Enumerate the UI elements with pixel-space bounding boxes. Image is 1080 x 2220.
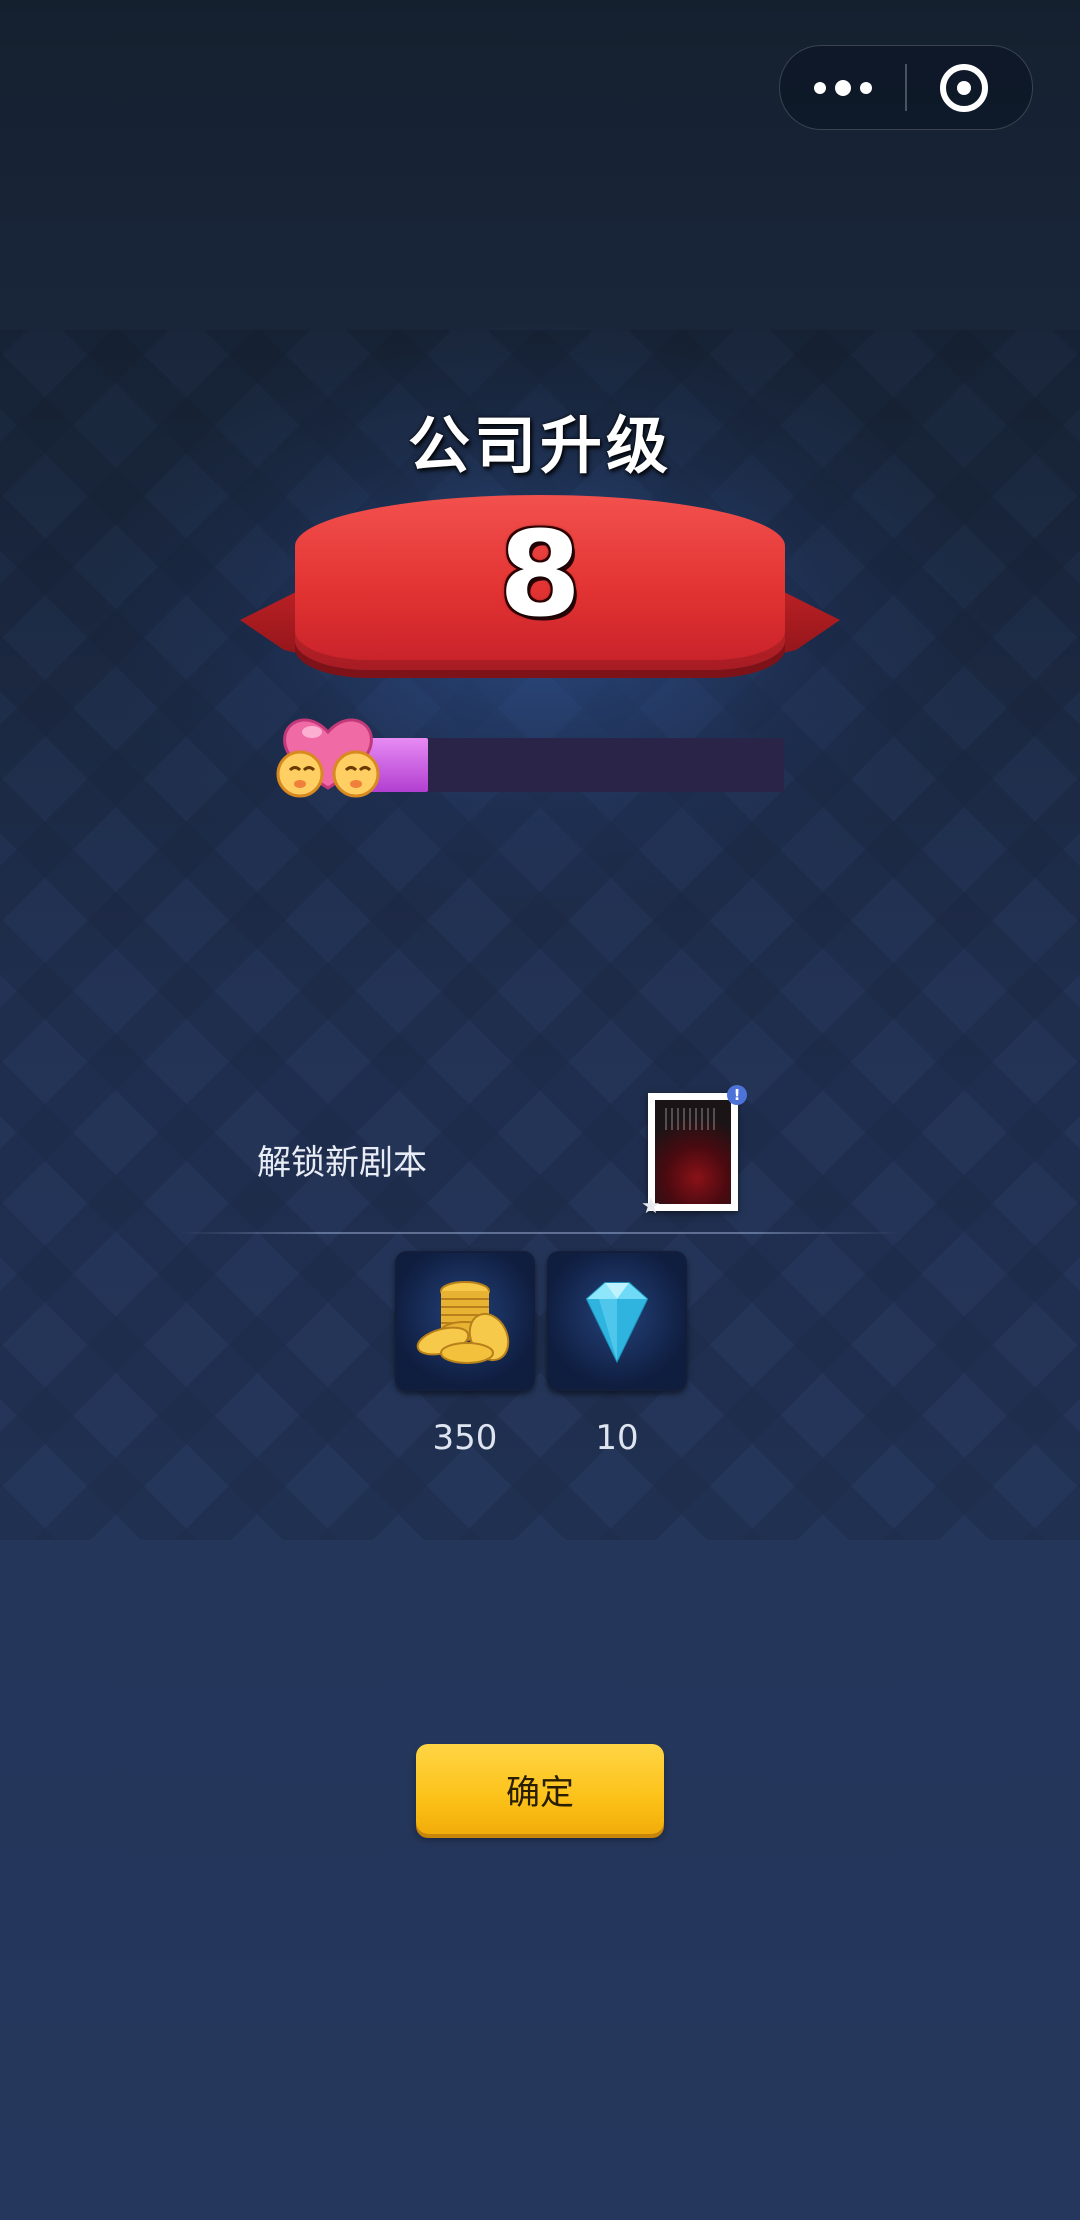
reward-diamonds-value: 10 (595, 1418, 639, 1458)
reward-coins (395, 1251, 535, 1391)
mini-program-capsule (779, 45, 1033, 130)
new-script-thumbnail[interactable] (648, 1093, 738, 1211)
reward-diamonds (547, 1251, 687, 1391)
star-icon: ★ (641, 1194, 661, 1219)
page-title: 公司升级 (407, 409, 672, 482)
capsule-divider (905, 64, 907, 111)
target-icon[interactable] (940, 64, 988, 112)
divider (180, 1232, 900, 1234)
level-progress-bar (360, 738, 784, 792)
unlock-new-script-label: 解锁新剧本 (257, 1143, 427, 1183)
heart-hug-icon (272, 706, 384, 806)
gold-coins-icon (416, 1281, 510, 1364)
new-badge: ! (727, 1085, 747, 1105)
diamond-icon (585, 1282, 649, 1364)
company-level: 8 (498, 505, 582, 643)
reward-coins-value: 350 (432, 1418, 498, 1458)
confirm-button[interactable]: 确定 (416, 1744, 664, 1834)
level-ribbon: 8 (240, 495, 840, 710)
confirm-button-label: 确定 (506, 1772, 574, 1813)
more-dots-icon[interactable] (780, 46, 905, 129)
script-cover-image (655, 1100, 731, 1204)
